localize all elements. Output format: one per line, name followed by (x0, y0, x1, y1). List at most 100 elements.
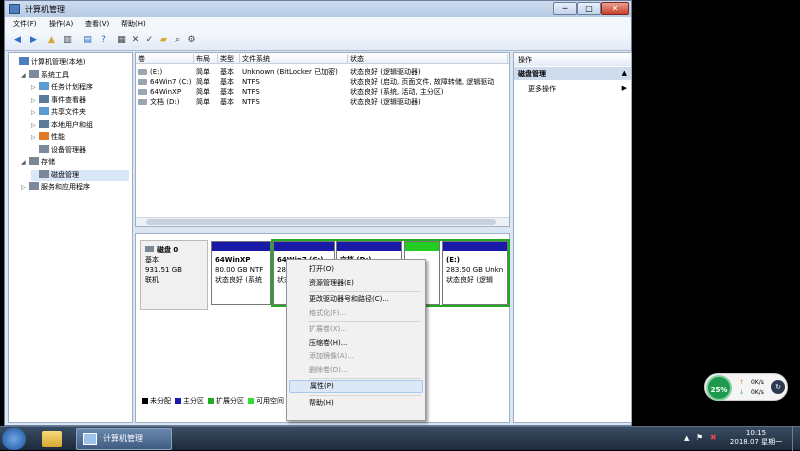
list-view-icon[interactable]: ▦ (115, 34, 128, 47)
network-speed-widget[interactable]: 25% ↑ 0K/s ↓ 0K/s ↻ (704, 373, 788, 401)
table-cell: 基本 (220, 98, 234, 106)
table-row[interactable]: 64Win7 (C:) 简单 基本 NTFS 状态良好 (启动, 页面文件, 故障转储,… (136, 77, 509, 87)
options-icon[interactable]: ⚙ (185, 34, 198, 47)
show-hide-tree-icon[interactable]: ▥ (61, 34, 74, 47)
tree-item[interactable]: ▷ 事件查看器 (31, 94, 129, 106)
start-button[interactable] (2, 428, 26, 450)
table-row[interactable]: 64WinXP 简单 基本 NTFS 状态良好 (系统, 活动, 主分区) (136, 87, 509, 97)
partition-status: 状态良好 (逻辑 (446, 276, 493, 284)
properties-icon[interactable]: ▤ (81, 34, 94, 47)
tree-node-icon (19, 57, 29, 65)
title-bar[interactable]: 计算机管理 ─ □ ✕ (5, 1, 631, 17)
folder-icon[interactable]: ▰ (157, 34, 170, 47)
context-menu-item[interactable]: 更改驱动器号和路径(C)... (289, 293, 423, 306)
context-menu-item[interactable]: 帮助(H) (289, 397, 423, 410)
forward-arrow-icon[interactable]: ▶ (27, 34, 40, 47)
maximize-button[interactable]: □ (577, 2, 601, 15)
collapse-icon: ▲ (621, 69, 627, 77)
partition-info: 64WinXP 80.00 GB NTF 状态良好 (系统 (215, 255, 270, 285)
taskbar: 计算机管理 ▲ ⚑ ✖ 10:15 2018.07 星期一 (0, 426, 800, 451)
table-cell: 状态良好 (逻辑驱动器) (350, 68, 421, 76)
more-actions[interactable]: 更多操作 ▶ (514, 82, 631, 95)
close-button[interactable]: ✕ (601, 2, 629, 15)
menu-view[interactable]: 查看(V) (85, 19, 109, 29)
scroll-thumb[interactable] (146, 219, 496, 225)
expand-toggle-icon[interactable]: ▷ (31, 95, 39, 106)
tree-item[interactable]: 设备管理器 (31, 144, 129, 156)
clock-date: 2018.07 星期一 (729, 438, 783, 446)
taskbar-computer-management[interactable]: 计算机管理 (76, 428, 172, 450)
tree-item[interactable]: ▷ 共享文件夹 (31, 107, 129, 118)
tree-item[interactable]: ◢ 存储 (21, 157, 129, 168)
tree-item-label: 任务计划程序 (51, 83, 93, 91)
tree-item[interactable]: ▷ 任务计划程序 (31, 82, 129, 93)
menu-action[interactable]: 操作(A) (49, 19, 73, 29)
menu-separator (309, 321, 421, 322)
partition-block[interactable]: 64WinXP 80.00 GB NTF 状态良好 (系统 (211, 241, 271, 305)
show-desktop-button[interactable] (792, 427, 800, 451)
menu-help[interactable]: 帮助(H) (121, 19, 146, 29)
actions-disk-management[interactable]: 磁盘管理 ▲ (514, 67, 631, 80)
tree-item-label: 本地用户和组 (51, 120, 93, 129)
clock[interactable]: 10:15 2018.07 星期一 (722, 429, 790, 449)
tree-item[interactable]: 计算机管理(本地) (11, 57, 129, 68)
expand-toggle-icon[interactable]: ▷ (31, 82, 39, 93)
table-cell: 简单 (196, 98, 210, 106)
context-menu-item[interactable]: 压缩卷(H)... (289, 337, 423, 350)
tree-node-icon (39, 82, 49, 90)
disk-legend: 未分配 主分区 扩展分区 可用空间 (138, 396, 284, 406)
legend-swatch (175, 398, 181, 404)
search-icon[interactable]: ⌕ (171, 34, 184, 47)
tree-item[interactable]: ▷ 本地用户和组 (31, 119, 129, 131)
tree-item-label: 共享文件夹 (51, 108, 86, 116)
expand-toggle-icon[interactable]: ▷ (31, 120, 39, 131)
col-status[interactable]: 状态 (348, 54, 508, 64)
taskbar-explorer[interactable] (36, 428, 68, 450)
up-folder-icon[interactable]: ▲ (45, 34, 58, 47)
tree-item[interactable]: 磁盘管理 (31, 169, 129, 181)
partition-name: (E:) (446, 256, 460, 264)
expand-toggle-icon[interactable]: ▷ (31, 107, 39, 118)
minimize-button[interactable]: ─ (553, 2, 577, 15)
disk-status: 联机 (145, 276, 159, 284)
check-icon[interactable]: ✓ (143, 34, 156, 47)
delete-icon[interactable]: ✕ (129, 34, 142, 47)
tree-item-label: 设备管理器 (51, 145, 86, 154)
tree-item[interactable]: ▷ 服务和应用程序 (21, 182, 129, 193)
horizontal-scrollbar[interactable] (136, 217, 509, 226)
table-row[interactable]: 文档 (D:) 简单 基本 NTFS 状态良好 (逻辑驱动器) (136, 97, 509, 107)
context-menu-item[interactable]: 属性(P) (289, 380, 423, 393)
expand-toggle-icon[interactable]: ◢ (21, 70, 29, 81)
actions-pane: 操作 磁盘管理 ▲ 更多操作 ▶ (513, 52, 632, 423)
tray-flag-icon[interactable]: ⚑ (696, 433, 703, 442)
col-volume[interactable]: 卷 (136, 54, 194, 64)
tree-item[interactable]: ▷ 性能 (31, 132, 129, 143)
context-menu-item[interactable]: 资源管理器(E) (289, 277, 423, 290)
table-cell: 状态良好 (启动, 页面文件, 故障转储, 逻辑驱动 (350, 78, 495, 86)
expand-toggle-icon[interactable]: ◢ (21, 157, 29, 168)
menu-separator (309, 378, 421, 379)
partition-block[interactable]: (E:) 283.50 GB Unkn 状态良好 (逻辑 (442, 241, 508, 305)
expand-toggle-icon[interactable]: ▷ (31, 132, 39, 143)
expand-toggle-icon[interactable]: ▷ (21, 182, 29, 193)
tree-item-label: 性能 (51, 133, 65, 141)
disk-type: 基本 (145, 256, 159, 264)
table-row[interactable]: (E:) 简单 基本 Unknown (BitLocker 已加密) 状态良好 (逻辑驱… (136, 67, 509, 77)
partition-status: 状态良好 (系统 (215, 276, 262, 284)
speed-test-icon[interactable]: ↻ (771, 380, 785, 394)
col-type[interactable]: 类型 (218, 54, 240, 64)
disk-0-label[interactable]: 磁盘 0 基本 931.51 GB 联机 (140, 240, 208, 310)
tray-network-icon[interactable]: ✖ (710, 433, 717, 442)
tree-item[interactable]: ◢ 系统工具 (21, 69, 129, 81)
app-icon (9, 4, 20, 14)
tree-node-icon (29, 182, 39, 190)
col-filesystem[interactable]: 文件系统 (240, 54, 348, 64)
help-icon[interactable]: ? (97, 34, 110, 47)
menu-file[interactable]: 文件(F) (13, 19, 37, 29)
col-layout[interactable]: 布局 (194, 54, 218, 64)
back-arrow-icon[interactable]: ◀ (11, 34, 24, 47)
tray-arrow-icon[interactable]: ▲ (684, 434, 689, 442)
context-menu-item[interactable]: 打开(O) (289, 263, 423, 276)
table-cell: NTFS (242, 98, 260, 106)
table-cell: NTFS (242, 78, 260, 86)
